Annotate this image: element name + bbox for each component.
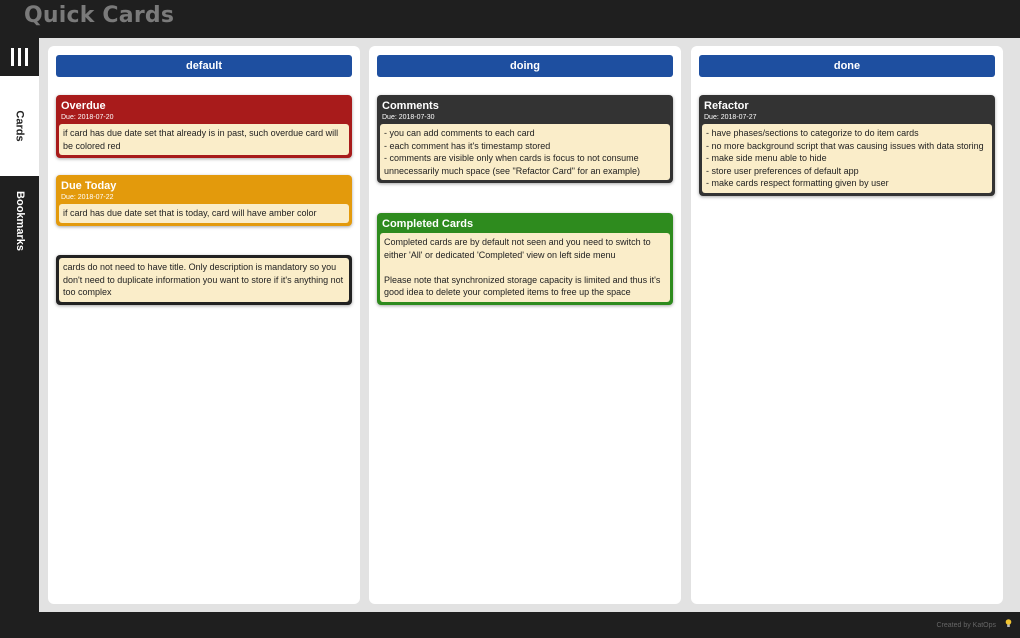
app-title: Quick Cards [24, 3, 175, 28]
credit-text: Created by KatOps [936, 622, 996, 629]
column-header[interactable]: doing [377, 55, 673, 77]
card-title: Due Today [61, 180, 117, 192]
card-overdue[interactable]: Overdue Due: 2018-07-20 if card has due … [56, 95, 352, 158]
sidebar-tab-label: Bookmarks [13, 191, 26, 251]
card-refactor[interactable]: Refactor Due: 2018-07-27 - have phases/s… [699, 95, 995, 196]
card-title: Completed Cards [382, 218, 474, 230]
card-due-date: Due: 2018-07-30 [382, 114, 435, 121]
card-untitled[interactable]: cards do not need to have title. Only de… [56, 255, 352, 305]
footer: Created by KatOps [0, 612, 1020, 638]
board: default Overdue Due: 2018-07-20 if card … [39, 38, 1020, 612]
card-description: - you can add comments to each card - ea… [380, 124, 670, 180]
column-done: done Refactor Due: 2018-07-27 - have pha… [691, 46, 1003, 604]
card-due-today[interactable]: Due Today Due: 2018-07-22 if card has du… [56, 175, 352, 226]
menu-toggle-button[interactable] [0, 38, 39, 76]
menu-bar-icon [18, 48, 21, 66]
card-description: if card has due date set that already is… [59, 124, 349, 155]
column-default: default Overdue Due: 2018-07-20 if card … [48, 46, 360, 604]
column-header[interactable]: default [56, 55, 352, 77]
card-description: cards do not need to have title. Only de… [59, 258, 349, 302]
card-completed-cards[interactable]: Completed Cards Completed cards are by d… [377, 213, 673, 305]
menu-bar-icon [11, 48, 14, 66]
lightbulb-icon [1005, 619, 1012, 627]
card-description: - have phases/sections to categorize to … [702, 124, 992, 193]
card-description: Completed cards are by default not seen … [380, 233, 670, 302]
card-title: Comments [382, 100, 439, 112]
sidebar-tab-label: Cards [13, 110, 26, 142]
card-comments[interactable]: Comments Due: 2018-07-30 - you can add c… [377, 95, 673, 183]
card-due-date: Due: 2018-07-20 [61, 114, 114, 121]
sidebar-tab-bookmarks[interactable]: Bookmarks [0, 176, 39, 266]
column-header[interactable]: done [699, 55, 995, 77]
card-due-date: Due: 2018-07-22 [61, 194, 114, 201]
column-doing: doing Comments Due: 2018-07-30 - you can… [369, 46, 681, 604]
menu-bar-icon [25, 48, 28, 66]
sidebar-tab-cards[interactable]: Cards [0, 76, 39, 176]
top-bar: Quick Cards [0, 0, 1020, 38]
card-description: if card has due date set that is today, … [59, 204, 349, 223]
card-due-date: Due: 2018-07-27 [704, 114, 757, 121]
card-title: Refactor [704, 100, 749, 112]
card-title: Overdue [61, 100, 106, 112]
